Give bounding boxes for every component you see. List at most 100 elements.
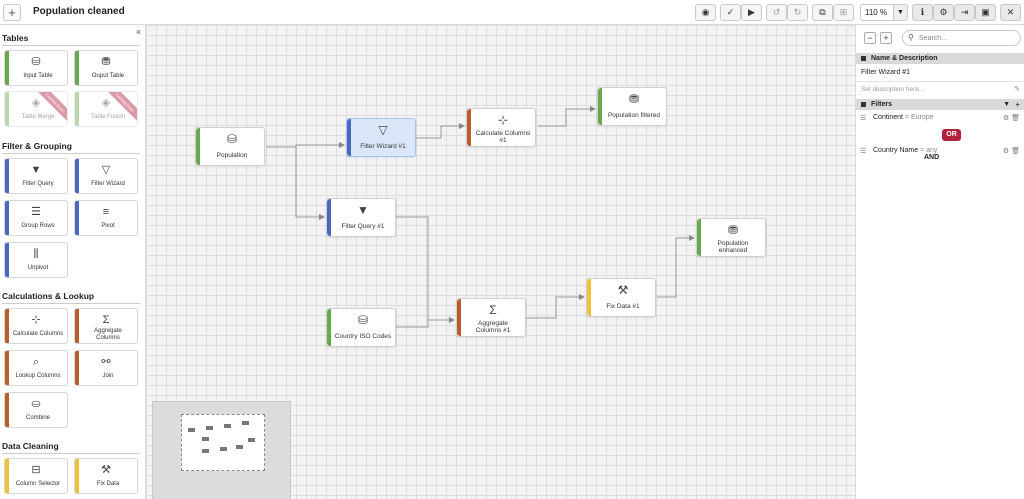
wire xyxy=(526,294,585,319)
tile-column-selector[interactable]: ⊟ Column Selector xyxy=(4,458,68,494)
calculator-icon: ⊹ xyxy=(31,314,41,326)
funnel-icon[interactable]: ▼ xyxy=(1003,99,1010,110)
node-aggregate-columns[interactable]: Σ Aggregate Columns #1 xyxy=(456,298,526,337)
database-filled-icon: ⛃ xyxy=(727,223,739,237)
top-toolbar: + Population cleaned ◉ ✓ ▶ ↺ ↻ ⧉ ⊞ 110 %… xyxy=(0,0,1024,25)
divider xyxy=(2,303,140,304)
gear-icon[interactable]: ⚙ xyxy=(1003,148,1009,155)
search-input[interactable] xyxy=(919,33,1017,43)
tile-group-rows[interactable]: ☰ Group Rows xyxy=(4,200,68,236)
database-icon: ⛁ xyxy=(31,56,41,68)
section-title-filter: Filter & Grouping xyxy=(2,141,72,151)
add-button[interactable]: + xyxy=(3,4,21,21)
close-icon[interactable]: × xyxy=(136,27,141,37)
funnel-filled-icon: ▼ xyxy=(357,203,369,217)
tile-combine[interactable]: ⛀ Combine xyxy=(4,392,68,428)
node-filter-wizard[interactable]: ▽ Filter Wizard #1 xyxy=(346,118,416,157)
calculator-icon: ⊹ xyxy=(497,113,509,127)
database-filled-icon: ⛃ xyxy=(628,92,640,106)
trash-icon[interactable]: 🗑 xyxy=(1011,148,1020,155)
node-filter-query[interactable]: ▼ Filter Query #1 xyxy=(326,198,396,237)
node-population-filtered[interactable]: ⛃ Population filtered xyxy=(597,87,667,126)
or-button[interactable]: OR xyxy=(942,129,961,141)
export-button[interactable]: ⇥ xyxy=(954,4,975,21)
minimap[interactable] xyxy=(152,401,291,499)
section-title-calc: Calculations & Lookup xyxy=(2,291,95,301)
filter-row-continent[interactable]: ☰ Continent = Europe ⚙ 🗑 xyxy=(860,114,1020,124)
close-icon: ✕ xyxy=(1006,7,1015,17)
filter-row-country-name[interactable]: ☰ Country Name = any ⚙ 🗑 xyxy=(860,147,1020,157)
grid-button[interactable]: ⊞ xyxy=(833,4,854,21)
tile-filter-query[interactable]: ▼ Filter Query xyxy=(4,158,68,194)
tile-aggregate-columns[interactable]: Σ Aggregate Columns xyxy=(74,308,138,344)
close-button[interactable]: ✕ xyxy=(1000,4,1021,21)
tile-unpivot[interactable]: ⫼ Unpivot xyxy=(4,242,68,278)
drag-handle-icon[interactable]: ☰ xyxy=(860,147,866,155)
node-palette: × Tables ⛁ Input Table ⛃ Ouput Table ◈ T… xyxy=(0,25,146,499)
validate-button[interactable]: ✓ xyxy=(720,4,741,21)
grid-icon: ⊞ xyxy=(839,7,848,17)
redo-button[interactable]: ↻ xyxy=(787,4,808,21)
node-fix-data[interactable]: ⚒ Fix Data #1 xyxy=(586,278,656,317)
properties-panel: − + ⚲ Name & Description Filter Wizard #… xyxy=(855,25,1024,499)
tile-lookup-columns[interactable]: ⌕ Lookup Columns xyxy=(4,350,68,386)
node-population-enhanced[interactable]: ⛃ Population enhanced xyxy=(696,218,766,257)
minimap-viewport[interactable] xyxy=(181,414,265,471)
copy-icon: ⧉ xyxy=(819,7,826,17)
tile-table-fusion: ◈ Table Fusion Coming Soon xyxy=(74,91,138,127)
database-icon: ⛁ xyxy=(226,132,238,146)
undo-button[interactable]: ↺ xyxy=(766,4,787,21)
copy-button[interactable]: ⧉ xyxy=(812,4,833,21)
wire xyxy=(396,216,455,323)
column-selector-icon: ⊟ xyxy=(31,464,41,476)
funnel-icon: ▽ xyxy=(378,123,388,137)
group-rows-icon: ☰ xyxy=(31,206,41,218)
lookup-icon: ⌕ xyxy=(32,356,40,368)
edit-icon[interactable]: ✎ xyxy=(1014,85,1020,93)
magic-wand-icon: ⚒ xyxy=(617,283,629,297)
tile-input-table[interactable]: ⛁ Input Table xyxy=(4,50,68,86)
tile-output-table[interactable]: ⛃ Ouput Table xyxy=(74,50,138,86)
tile-filter-wizard[interactable]: ▽ Filter Wizard xyxy=(74,158,138,194)
minimap-node xyxy=(202,437,209,441)
gear-icon[interactable]: ⚙ xyxy=(1003,115,1009,122)
minimap-node xyxy=(206,426,213,430)
unpivot-icon: ⫼ xyxy=(33,248,39,260)
tile-fix-data[interactable]: ⚒ Fix Data xyxy=(74,458,138,494)
divider xyxy=(2,45,140,46)
preview-button[interactable]: ◉ xyxy=(695,4,716,21)
info-button[interactable]: ℹ xyxy=(912,4,933,21)
eye-icon: ◉ xyxy=(701,7,710,17)
export-icon: ⇥ xyxy=(960,7,969,17)
pivot-icon: ≡ xyxy=(102,206,110,218)
drag-handle-icon[interactable]: ☰ xyxy=(860,114,866,122)
node-country-iso-codes[interactable]: ⛁ Country ISO Codes xyxy=(326,308,396,347)
tile-join[interactable]: ⚯ Join xyxy=(74,350,138,386)
divider xyxy=(856,81,1024,82)
zoom-select[interactable]: 110 % ▼ xyxy=(860,4,908,21)
node-calculate-columns[interactable]: ⊹ Calculate Columns #1 xyxy=(466,108,536,147)
name-description-header[interactable]: Name & Description xyxy=(856,53,1024,64)
add-filter-icon[interactable]: + xyxy=(1015,99,1020,110)
tile-pivot[interactable]: ≡ Pivot xyxy=(74,200,138,236)
collapse-icon xyxy=(861,56,866,61)
tile-calculate-columns[interactable]: ⊹ Calculate Columns xyxy=(4,308,68,344)
description-field[interactable]: Set description here... xyxy=(861,86,924,93)
sigma-icon: Σ xyxy=(102,314,110,326)
flow-canvas[interactable]: ⛁ Population ▽ Filter Wizard #1 ⊹ Calcul… xyxy=(146,25,855,499)
node-name-field[interactable]: Filter Wizard #1 xyxy=(861,69,910,76)
save-button[interactable]: ▣ xyxy=(975,4,996,21)
divider xyxy=(2,153,140,154)
collapse-button[interactable]: − xyxy=(864,32,876,44)
trash-icon[interactable]: 🗑 xyxy=(1011,115,1020,122)
magic-wand-icon: ⚒ xyxy=(101,464,111,476)
run-button[interactable]: ▶ xyxy=(741,4,762,21)
combine-icon: ⛀ xyxy=(31,398,41,410)
expand-button[interactable]: + xyxy=(880,32,892,44)
node-population[interactable]: ⛁ Population xyxy=(195,127,265,166)
divider xyxy=(2,453,140,454)
settings-button[interactable]: ⚙ xyxy=(933,4,954,21)
minimap-node xyxy=(220,447,227,451)
tile-table-merge: ◈ Table Merge Coming Soon xyxy=(4,91,68,127)
filters-header[interactable]: Filters ▼ + xyxy=(856,99,1024,110)
